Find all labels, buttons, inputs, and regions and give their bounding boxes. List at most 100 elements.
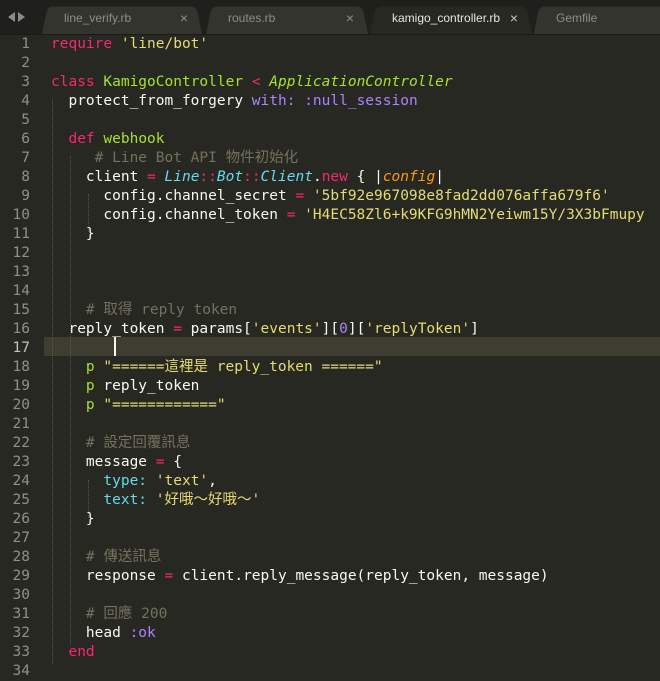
line-number: 11 xyxy=(12,226,30,242)
code-line[interactable]: 13 xyxy=(0,263,660,282)
line-code: p "============" xyxy=(51,396,226,415)
code-token: = xyxy=(147,169,156,185)
code-token: :ok xyxy=(129,625,156,641)
code-line[interactable]: 5 xyxy=(0,111,660,130)
tab-label: line_verify.rb xyxy=(64,11,132,25)
arrow-right-icon[interactable] xyxy=(18,12,25,22)
code-line[interactable]: 31 # 回應 200 xyxy=(0,605,660,624)
code-token: reply_token xyxy=(94,378,200,394)
code-token: :: xyxy=(243,169,261,185)
code-line[interactable]: 34 xyxy=(0,662,660,681)
code-line[interactable]: 17 xyxy=(0,339,660,358)
code-token: reply_token xyxy=(51,321,174,337)
code-token: # 取得 reply token xyxy=(85,302,238,318)
code-line[interactable]: 7 # Line Bot API 物件初始化 xyxy=(0,149,660,168)
code-line[interactable]: 3 class KamigoController < ApplicationCon… xyxy=(0,73,660,92)
code-line[interactable]: 18 p "======這裡是 reply_token ======" xyxy=(0,358,660,377)
code-token: config xyxy=(382,169,436,185)
line-number: 24 xyxy=(12,473,30,489)
code-line[interactable]: 4 protect_from_forgery with: :null_sessi… xyxy=(0,92,660,111)
code-token: } xyxy=(51,226,95,242)
line-code: message = { xyxy=(51,453,182,472)
code-token: ][ xyxy=(347,321,366,337)
code-line[interactable]: 20 p "============" xyxy=(0,396,660,415)
tab-label: Gemfile xyxy=(556,11,598,25)
code-line[interactable]: 28 # 傳送訊息 xyxy=(0,548,660,567)
close-icon[interactable]: × xyxy=(510,4,518,32)
code-token: = xyxy=(164,568,174,584)
code-line[interactable]: 29 response = client.reply_message(reply… xyxy=(0,567,660,586)
code-token: '好哦～好哦～' xyxy=(155,492,261,508)
code-line[interactable]: 32 head :ok xyxy=(0,624,660,643)
code-editor[interactable]: 1 require 'line/bot' 2 3 class KamigoControl… xyxy=(0,35,660,679)
code-line[interactable]: 27 xyxy=(0,529,660,548)
code-line[interactable]: 11 } xyxy=(0,225,660,244)
line-code: p "======這裡是 reply_token ======" xyxy=(51,358,383,377)
code-token: Bot xyxy=(216,169,244,185)
code-line[interactable]: 30 xyxy=(0,586,660,605)
code-line[interactable]: 15 # 取得 reply token xyxy=(0,301,660,320)
code-line[interactable]: 2 xyxy=(0,54,660,73)
close-icon[interactable]: × xyxy=(346,4,354,32)
close-icon[interactable]: × xyxy=(180,4,188,32)
line-code: head :ok xyxy=(51,624,156,643)
code-token: 0 xyxy=(339,321,348,337)
code-line[interactable]: 14 xyxy=(0,282,660,301)
line-code: # Line Bot API 物件初始化 xyxy=(51,149,298,168)
code-token: def xyxy=(68,131,95,147)
code-token: p xyxy=(85,359,95,375)
code-line[interactable]: 21 xyxy=(0,415,660,434)
code-line[interactable]: 25 text: '好哦～好哦～' xyxy=(0,491,660,510)
line-code: } xyxy=(51,225,95,244)
code-line[interactable]: 24 type: 'text', xyxy=(0,472,660,491)
code-token: with: xyxy=(251,93,296,109)
code-line[interactable]: 26 } xyxy=(0,510,660,529)
line-code: config.channel_secret = '5bf92e967098e8f… xyxy=(51,187,609,206)
line-number: 21 xyxy=(12,416,30,432)
code-line[interactable]: 9 config.channel_secret = '5bf92e967098e… xyxy=(0,187,660,206)
line-code: response = client.reply_message(reply_to… xyxy=(51,567,549,586)
code-token: head xyxy=(51,625,130,641)
line-number: 19 xyxy=(12,378,30,394)
arrow-left-icon[interactable] xyxy=(8,12,15,22)
tab-kamigo-controller[interactable]: kamigo_controller.rb × xyxy=(370,4,532,34)
tab-gemfile[interactable]: Gemfile xyxy=(534,4,660,34)
tab-label: kamigo_controller.rb xyxy=(392,11,501,25)
code-line[interactable]: 10 config.channel_token = 'H4EC58Zl6+k9K… xyxy=(0,206,660,225)
line-code: text: '好哦～好哦～' xyxy=(51,491,260,510)
code-line[interactable]: 22 # 設定回覆訊息 xyxy=(0,434,660,453)
code-line[interactable]: 19 p reply_token xyxy=(0,377,660,396)
code-token: | xyxy=(435,169,444,185)
tab-bar: line_verify.rb × routes.rb × kamigo_cont… xyxy=(0,0,660,35)
tab-line-verify[interactable]: line_verify.rb × xyxy=(42,4,202,34)
line-code: class KamigoController < ApplicationCont… xyxy=(51,73,453,92)
code-line[interactable]: 1 require 'line/bot' xyxy=(0,35,660,54)
code-token: :: xyxy=(199,169,217,185)
code-line[interactable]: 16 reply_token = params['events'][0]['re… xyxy=(0,320,660,339)
code-line[interactable]: 12 xyxy=(0,244,660,263)
line-number: 1 xyxy=(21,36,30,52)
code-line[interactable]: 6 def webhook xyxy=(0,130,660,149)
line-number: 10 xyxy=(12,207,30,223)
tab-routes[interactable]: routes.rb × xyxy=(206,4,368,34)
line-code: end xyxy=(51,643,95,662)
code-token: . xyxy=(312,169,322,185)
line-number: 33 xyxy=(12,644,30,660)
line-number: 14 xyxy=(12,283,30,299)
line-code: # 取得 reply token xyxy=(51,301,237,320)
code-token: p xyxy=(85,378,95,394)
code-token: end xyxy=(68,644,95,660)
code-line[interactable]: 33 end xyxy=(0,643,660,662)
code-token: class xyxy=(51,74,95,90)
code-line[interactable]: 23 message = { xyxy=(0,453,660,472)
code-line[interactable]: 8 client = Line::Bot::Client.new { |conf… xyxy=(0,168,660,187)
code-token: new xyxy=(321,169,348,185)
line-number: 3 xyxy=(21,74,30,90)
